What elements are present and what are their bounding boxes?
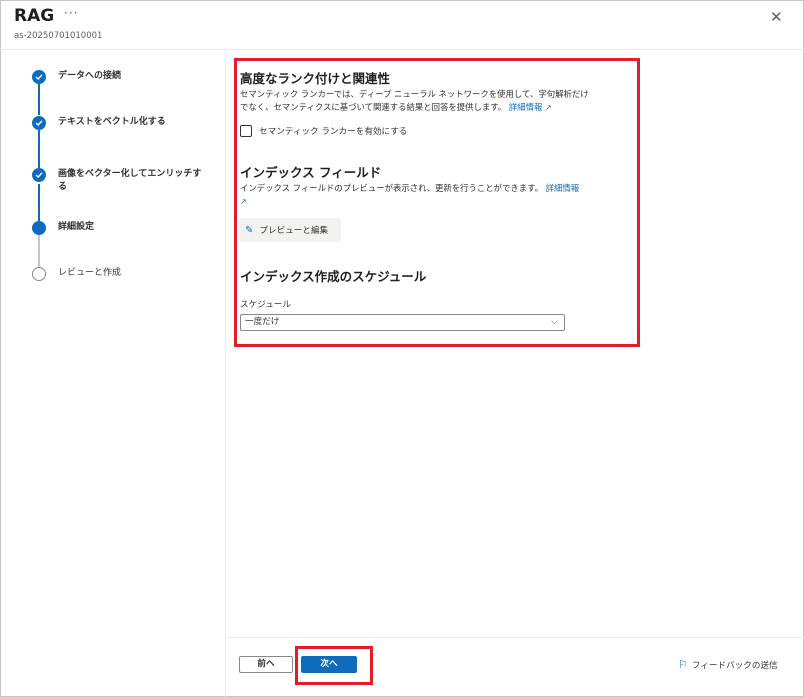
step-review-create[interactable]: レビューと作成 bbox=[32, 267, 208, 281]
step-connector bbox=[38, 84, 40, 115]
wizard-steps: データへの接続 テキストをベクトル化する 画像をベクター化してエンリッチする 詳… bbox=[0, 51, 226, 697]
previous-button[interactable]: 前へ bbox=[239, 656, 293, 673]
feedback-icon: ⚐ bbox=[678, 658, 688, 671]
step-vectorize-text[interactable]: テキストをベクトル化する bbox=[32, 116, 208, 130]
step-connector bbox=[38, 235, 40, 267]
highlight-box-next bbox=[295, 646, 373, 685]
step-advanced-settings[interactable]: 詳細設定 bbox=[32, 221, 208, 235]
send-feedback-link[interactable]: ⚐ フィードバックの送信 bbox=[678, 658, 778, 671]
page-title: RAG bbox=[14, 6, 55, 26]
close-icon[interactable]: ✕ bbox=[770, 8, 783, 26]
step-current-icon bbox=[32, 221, 46, 235]
step-vectorize-images[interactable]: 画像をベクター化してエンリッチする bbox=[32, 168, 208, 194]
feedback-label: フィードバックの送信 bbox=[691, 660, 778, 671]
resource-name: as-20250701010001 bbox=[14, 31, 103, 41]
more-options-icon[interactable]: ··· bbox=[64, 6, 78, 20]
step-label: 画像をベクター化してエンリッチする bbox=[58, 169, 202, 192]
step-done-icon bbox=[32, 116, 46, 130]
step-label: レビューと作成 bbox=[58, 268, 122, 278]
step-label: データへの接続 bbox=[58, 71, 122, 81]
step-done-icon bbox=[32, 168, 46, 182]
step-label: 詳細設定 bbox=[58, 222, 95, 232]
dialog-header: RAG ··· as-20250701010001 ✕ bbox=[0, 0, 804, 50]
step-done-icon bbox=[32, 70, 46, 84]
step-label: テキストをベクトル化する bbox=[58, 117, 166, 127]
step-connector bbox=[38, 130, 40, 169]
step-connect-data[interactable]: データへの接続 bbox=[32, 70, 208, 84]
step-pending-icon bbox=[32, 267, 46, 281]
highlight-box-settings bbox=[234, 58, 640, 347]
